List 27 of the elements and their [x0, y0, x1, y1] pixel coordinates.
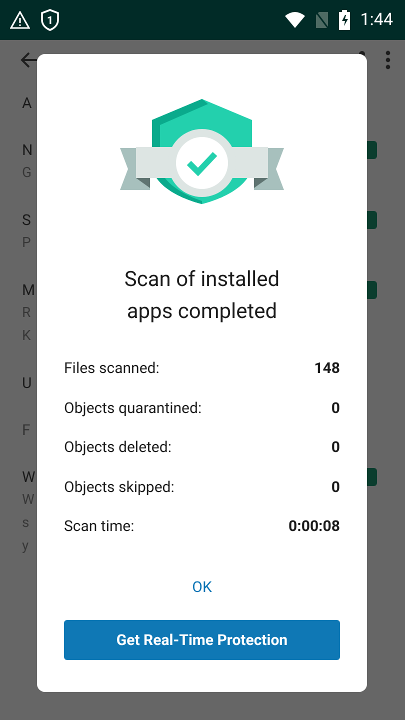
notification-badge: 1	[40, 9, 60, 31]
warning-icon	[10, 11, 30, 29]
wifi-icon	[285, 12, 306, 28]
no-sim-icon	[315, 11, 330, 29]
stat-value: 0	[331, 437, 340, 457]
stat-value: 0	[331, 476, 340, 496]
stat-label: Objects quarantined:	[64, 398, 202, 418]
setting-title: N	[22, 140, 33, 160]
stat-label: Objects skipped:	[64, 476, 174, 496]
setting-title: S	[22, 210, 31, 230]
setting-title: U	[22, 373, 32, 393]
stat-value: 0:00:08	[288, 516, 340, 536]
ok-button[interactable]: OK	[178, 572, 226, 602]
battery-charging-icon	[339, 10, 350, 30]
setting-title: W	[22, 467, 36, 487]
setting-title: A	[22, 93, 32, 113]
dialog-title: Scan of installed apps completed	[123, 267, 281, 326]
stat-label: Files scanned:	[64, 358, 160, 378]
back-arrow-icon[interactable]	[20, 51, 38, 69]
stat-value: 0	[331, 398, 340, 418]
stat-value: 148	[314, 358, 340, 378]
clock: 1:44	[360, 10, 393, 30]
setting-title: M	[22, 280, 36, 300]
stat-label: Scan time:	[64, 516, 134, 536]
stat-label: Objects deleted:	[64, 437, 172, 457]
real-time-protection-button[interactable]: Get Real-Time Protection	[64, 620, 340, 660]
more-options-icon[interactable]	[385, 50, 391, 70]
